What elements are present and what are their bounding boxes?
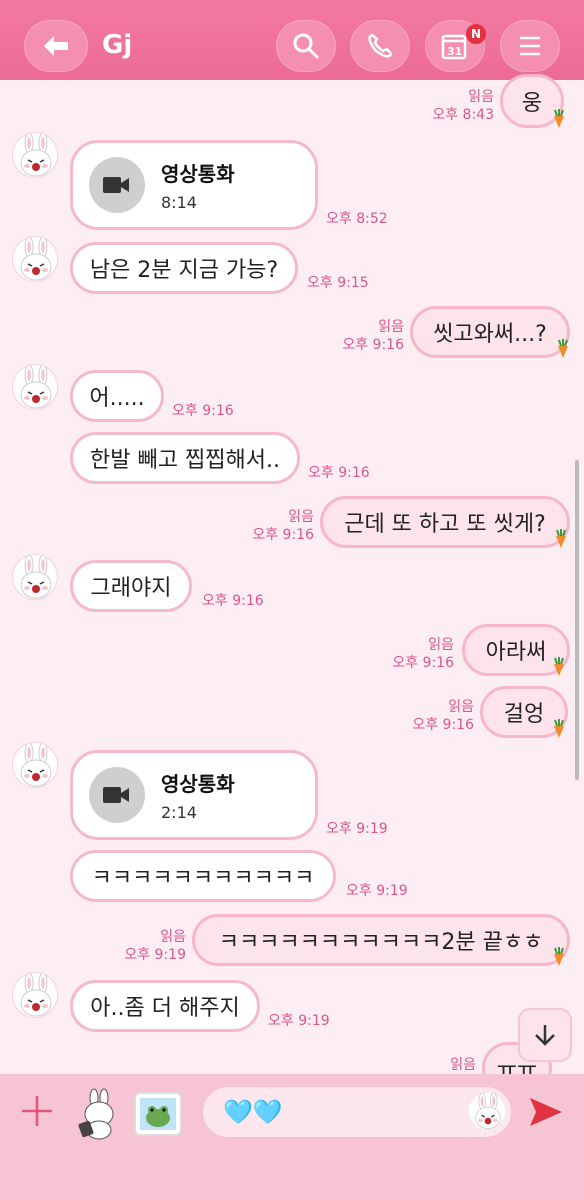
search-icon xyxy=(293,33,319,59)
message-time: 오후 9:16 xyxy=(308,465,370,481)
call-button[interactable] xyxy=(350,20,410,72)
read-status: 읽음 오후 9:16 xyxy=(252,509,314,543)
bunny-emoji-icon xyxy=(474,1092,502,1130)
video-call-icon xyxy=(89,157,145,213)
avatar[interactable] xyxy=(12,236,58,282)
back-button[interactable] xyxy=(24,20,88,72)
message-bubble[interactable]: ㅋㅋㅋㅋㅋㅋㅋㅋㅋㅋㅋ xyxy=(70,850,336,902)
bunny-avatar-icon xyxy=(20,133,52,177)
carrot-icon xyxy=(553,946,565,966)
read-status: 읽음 오후 9:16 xyxy=(412,699,474,733)
video-call-bubble[interactable]: 영상통화 2:14 xyxy=(70,750,318,840)
phone-icon xyxy=(368,33,393,58)
bunny-avatar-icon xyxy=(20,365,52,409)
photo-button[interactable] xyxy=(134,1092,182,1136)
menu-button[interactable] xyxy=(500,20,560,72)
chat-title: Gj xyxy=(102,30,133,60)
read-status: 읽음 오후 9:16 xyxy=(392,637,454,671)
message-input[interactable]: 🩵🩵 xyxy=(202,1086,512,1138)
message-time: 오후 9:19 xyxy=(346,883,408,899)
bunny-avatar-icon xyxy=(20,743,52,787)
message-bubble[interactable]: ㅋㅋㅋㅋㅋㅋㅋㅋㅋㅋㅋ2분 끝ㅎㅎ xyxy=(192,914,570,966)
message-bubble[interactable]: 아..좀 더 해주지 xyxy=(70,980,260,1032)
carrot-icon xyxy=(555,528,567,548)
message-time: 오후 8:52 xyxy=(326,211,388,227)
video-call-icon xyxy=(89,767,145,823)
message-bubble[interactable]: 근데 또 하고 또 씻게? xyxy=(320,496,570,548)
send-icon[interactable] xyxy=(526,1092,566,1132)
bunny-avatar-icon xyxy=(20,555,52,599)
carrot-icon xyxy=(553,718,565,738)
arrow-down-icon xyxy=(535,1025,555,1046)
avatar[interactable] xyxy=(12,972,58,1018)
message-time: 오후 9:16 xyxy=(172,403,234,419)
menu-icon xyxy=(520,36,540,56)
search-button[interactable] xyxy=(276,20,336,72)
message-time: 오후 9:19 xyxy=(326,821,388,837)
message-time: 오후 9:15 xyxy=(307,275,369,291)
message-bubble[interactable]: 남은 2분 지금 가능? xyxy=(70,242,298,294)
new-badge: N xyxy=(466,24,486,44)
message-bubble[interactable]: 그래야지 xyxy=(70,560,192,612)
bunny-avatar-icon xyxy=(20,237,52,281)
carrot-icon xyxy=(557,338,569,358)
scrollbar[interactable] xyxy=(575,460,579,780)
read-status: 읽음 오후 9:16 xyxy=(342,319,404,353)
svg-text:31: 31 xyxy=(447,45,462,58)
read-status: 읽음 xyxy=(450,1057,476,1073)
plus-icon[interactable] xyxy=(20,1094,54,1128)
message-bubble[interactable]: 한발 빼고 찝찝해서.. xyxy=(70,432,300,484)
avatar[interactable] xyxy=(12,742,58,788)
sticker-icon[interactable] xyxy=(72,1088,122,1140)
message-bubble[interactable]: 어..... xyxy=(70,370,164,422)
emoji-button[interactable] xyxy=(468,1092,506,1130)
frog-photo-icon xyxy=(140,1098,176,1130)
scroll-down-button[interactable] xyxy=(518,1008,572,1062)
avatar[interactable] xyxy=(12,554,58,600)
video-call-bubble[interactable]: 영상통화 8:14 xyxy=(70,140,318,230)
bunny-avatar-icon xyxy=(20,973,52,1017)
read-status: 읽음 오후 9:19 xyxy=(124,929,186,963)
carrot-icon xyxy=(553,108,565,128)
message-bubble[interactable]: 씻고와써...? xyxy=(410,306,570,358)
carrot-icon xyxy=(553,656,565,676)
back-arrow-icon xyxy=(44,36,68,56)
message-time: 오후 9:16 xyxy=(202,593,264,609)
message-time: 오후 9:19 xyxy=(268,1013,330,1029)
avatar[interactable] xyxy=(12,132,58,178)
read-status: 읽음 오후 8:43 xyxy=(432,89,494,123)
avatar[interactable] xyxy=(12,364,58,410)
